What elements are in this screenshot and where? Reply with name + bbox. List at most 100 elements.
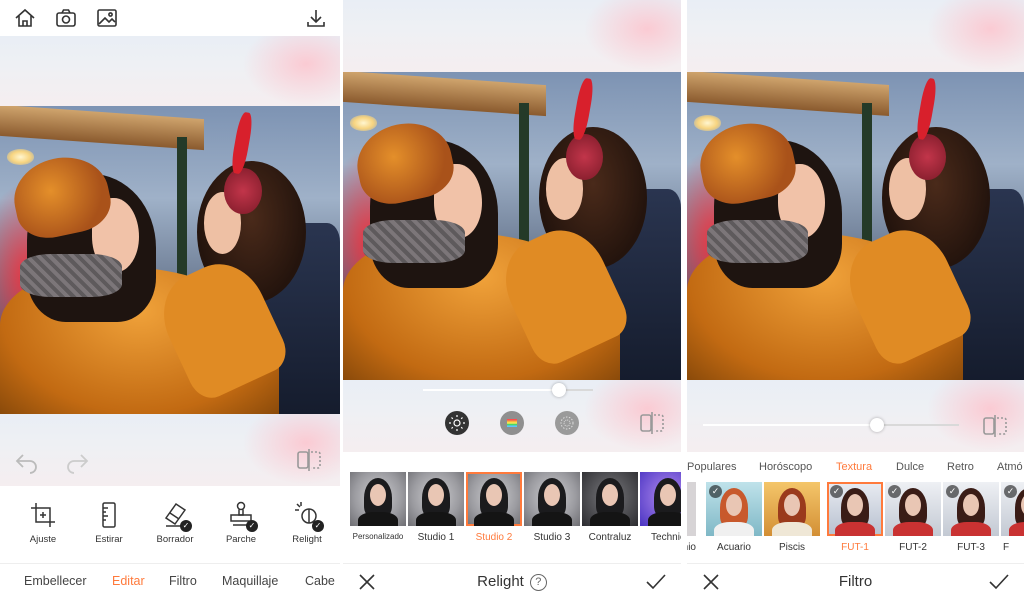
relight-presets: Personalizado Studio 1 Studio 2 Studio 3… [343,472,681,552]
filter-label: FUT-2 [899,542,927,553]
confirm-icon[interactable] [988,572,1010,592]
photo-canvas[interactable] [0,106,340,414]
filter-label: Piscis [778,542,806,553]
filter-piscis[interactable]: Piscis [764,482,820,553]
rainbow-icon [507,419,517,427]
tool-label: Ajuste [29,534,57,545]
mode-sun[interactable] [445,411,469,435]
tab-maquillaje[interactable]: Maquillaje [222,574,278,588]
filter-fut-1[interactable]: ✓ FUT-1 [827,482,883,553]
slider-knob[interactable] [870,418,885,432]
tab-filtro[interactable]: Filtro [169,574,197,588]
help-icon[interactable]: ? [529,574,547,591]
stamp-icon: ✓ [226,500,258,532]
crop-icon [28,500,58,530]
preset-label: Studio 3 [533,532,571,543]
compare-icon[interactable] [296,447,322,473]
download-icon[interactable] [305,8,327,28]
filtro-title: Filtro [838,573,873,590]
preset-label: Contraluz [588,532,632,543]
intensity-slider[interactable] [423,383,593,397]
mode-rainbow[interactable] [500,411,524,435]
slider-fill [423,389,559,391]
preset-studio-1[interactable]: Studio 1 [408,472,464,543]
confirm-icon[interactable] [645,572,667,592]
filtro-panel: Populares Horóscopo Textura Dulce Retro … [687,0,1024,603]
camera-icon[interactable] [55,8,77,28]
preset-technic[interactable]: Technic [640,472,681,543]
relight-title: Relight? [343,573,681,591]
filter-fut-3[interactable]: ✓ FUT-3 [943,482,999,553]
canvas-background [687,0,1024,72]
preset-personalizado[interactable]: Personalizado [350,472,406,541]
preset-label: Studio 2 [475,532,513,543]
slider-fill [703,424,878,426]
edit-tools: Ajuste Estirar ✓ Borrador ✓ Parche ✓ Rel… [0,500,340,550]
checked-badge: ✓ [180,520,192,532]
filtro-footer: Filtro [687,563,1024,599]
mode-dots[interactable] [555,411,579,435]
undo-icon[interactable] [14,449,40,475]
relight-icon: ✓ [292,500,324,532]
preset-contraluz[interactable]: Contraluz [582,472,638,543]
preset-studio-3[interactable]: Studio 3 [524,472,580,543]
home-icon[interactable] [14,8,36,28]
dots-icon [560,416,574,430]
slider-knob[interactable] [552,383,566,397]
compare-icon[interactable] [639,410,665,436]
gallery-icon[interactable] [96,8,118,28]
editor-panel: Ajuste Estirar ✓ Borrador ✓ Parche ✓ Rel… [0,0,340,603]
tab-cabello[interactable]: Cabe [305,574,335,588]
filter-categories: Populares Horóscopo Textura Dulce Retro … [687,461,1024,477]
tool-ajuste[interactable]: Ajuste [13,500,73,545]
category-retro[interactable]: Retro [947,461,974,473]
category-atmosfera[interactable]: Atmó [997,461,1023,473]
eraser-icon: ✓ [160,500,192,532]
filter-label: FUT-3 [957,542,985,553]
compare-icon[interactable] [982,413,1008,439]
photo-canvas[interactable] [343,72,681,380]
category-textura[interactable]: Textura [836,461,872,473]
preset-label: Technic [651,532,681,543]
bottom-tab-bar: Embellecer Editar Filtro Maquillaje Cabe [0,563,340,599]
filter-label: F [1003,542,1010,553]
checked-badge: ✓ [709,485,722,498]
photo-canvas[interactable] [687,72,1024,380]
tool-parche[interactable]: ✓ Parche [211,500,271,545]
tool-borrador[interactable]: ✓ Borrador [145,500,205,545]
filter-label: FUT-1 [841,542,869,553]
category-dulce[interactable]: Dulce [896,461,924,473]
title-text: Relight [477,573,524,590]
category-populares[interactable]: Populares [687,461,737,473]
tool-label: Borrador [156,534,194,545]
filter-item[interactable]: nio [687,482,696,553]
filter-label: nio [687,542,696,553]
checked-badge: ✓ [246,520,258,532]
tool-label: Parche [225,534,257,545]
tool-label: Estirar [95,534,123,545]
redo-icon[interactable] [64,449,90,475]
preset-studio-2[interactable]: Studio 2 [466,472,522,543]
sun-icon [449,415,465,431]
relight-footer: Relight? [343,563,681,599]
canvas-background [0,36,340,106]
checked-badge: ✓ [946,485,959,498]
checked-badge: ✓ [830,485,843,498]
filter-acuario[interactable]: ✓ Acuario [706,482,762,553]
tab-embellecer[interactable]: Embellecer [24,574,87,588]
filter-fut-2[interactable]: ✓ FUT-2 [885,482,941,553]
tool-label: Relight [292,534,322,545]
checked-badge: ✓ [888,485,901,498]
category-horoscopo[interactable]: Horóscopo [759,461,812,473]
filter-item[interactable]: ✓ F [1001,482,1024,553]
intensity-slider[interactable] [703,418,959,432]
tab-editar[interactable]: Editar [112,574,145,588]
tool-relight[interactable]: ✓ Relight [277,500,337,545]
checked-badge: ✓ [312,520,324,532]
checked-badge: ✓ [1004,485,1017,498]
preset-label: Personalizado [352,532,404,541]
ruler-icon [94,500,124,530]
filter-list: nio ✓ Acuario Piscis ✓ FUT-1 ✓ FUT-2 ✓ F… [687,482,1024,554]
filter-label: Acuario [717,542,751,553]
tool-estirar[interactable]: Estirar [79,500,139,545]
